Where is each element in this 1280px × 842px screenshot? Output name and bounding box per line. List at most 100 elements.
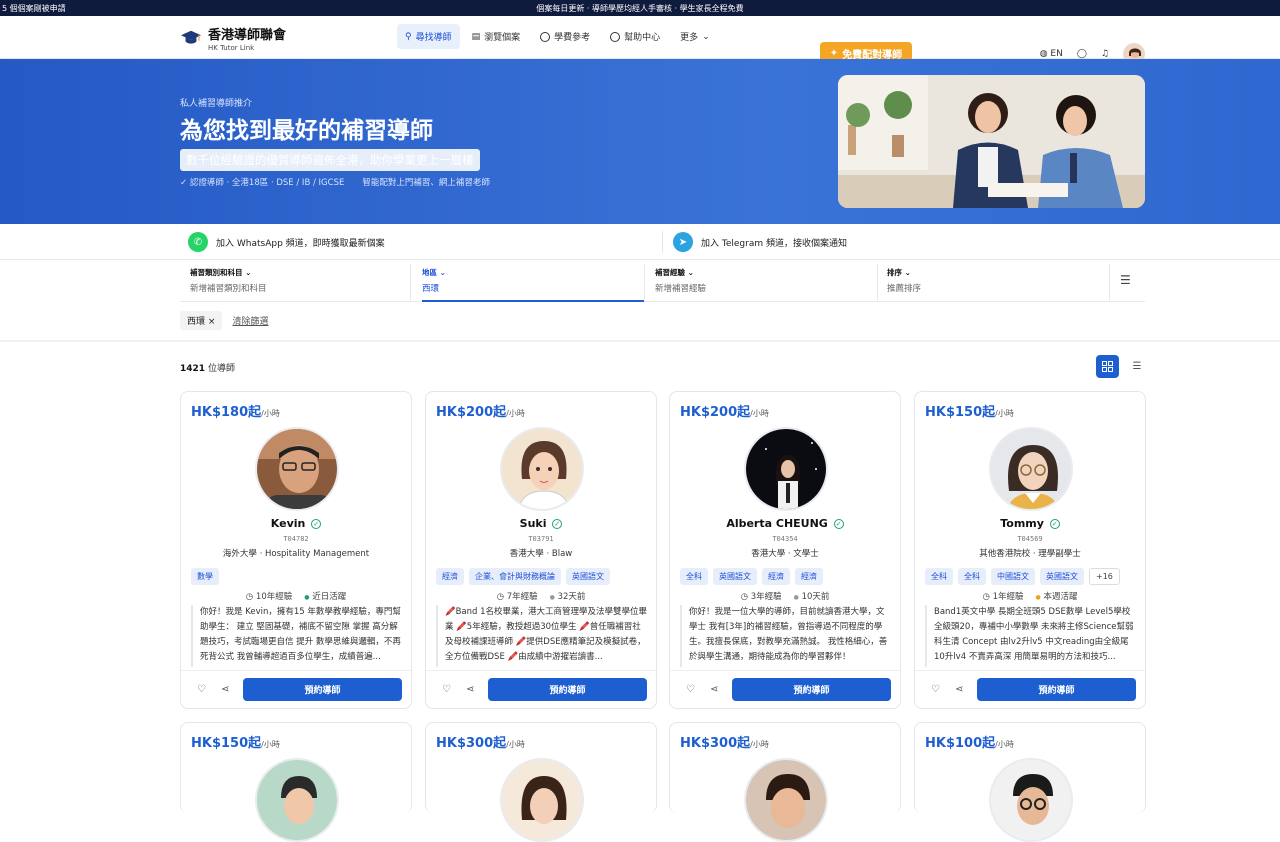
hero-title: 為您找到最好的補習導師 [180, 118, 433, 144]
tutor-card[interactable]: HK$300起/小時 [669, 722, 901, 842]
subject-tag: 全科 [958, 568, 986, 585]
nav-fees[interactable]: 學費參考 [532, 24, 598, 49]
tutor-avatar [500, 427, 584, 511]
grid-view-button[interactable] [1096, 355, 1119, 378]
chat-icon[interactable]: ◯ [1077, 49, 1087, 59]
tutor-price: HK$200起/小時 [680, 405, 769, 420]
sliders-icon[interactable]: ☰ [1120, 273, 1131, 287]
view-toggle: ☰ [1096, 355, 1147, 378]
tutor-bio: 你好！我是 Kevin，擁有15 年數學教學經驗，專門幫助學生： 建立 堅固基礎… [191, 605, 403, 667]
main-nav: ⚲ 尋找導師 ▤ 瀏覽個案 學費參考 幫助中心 更多 ⌄ [397, 24, 718, 49]
hero-tag-verified: ✓ 認證導師 · 全港18區 · DSE / IB / IGCSE [180, 178, 345, 188]
tutor-school: 香港大學 · 文學士 [751, 549, 819, 559]
tutor-avatar [255, 427, 339, 511]
tutor-bio: 你好！我是一位大學的導師，目前就讀香港大學，文學士 我有[3年]的補習經驗，曾指… [680, 605, 892, 667]
brand-logo[interactable]: 香港導師聯會 HK Tutor Link [180, 24, 286, 52]
list-view-button[interactable]: ☰ [1127, 357, 1147, 377]
tutor-name: Tommy ✓ [915, 517, 1145, 530]
tutor-card[interactable]: HK$200起/小時 Alberta CHEUNG ✓ T04354 香港大學 … [669, 391, 901, 709]
subject-tag: 中國語文 [991, 568, 1035, 585]
clear-filters-link[interactable]: 清除篩選 [232, 314, 268, 327]
tutor-meta: ◷ 7年經驗 ● 32天前 [426, 590, 656, 602]
filter-divider [410, 264, 411, 300]
heart-icon[interactable]: ♡ [686, 684, 695, 695]
filter-experience[interactable]: 補習經驗 ⌄ 新增補習經驗 [655, 267, 706, 294]
more-subjects-tag[interactable]: +16 [1089, 568, 1120, 585]
tutor-id: T04569 [1017, 535, 1043, 543]
tutor-card[interactable]: HK$200起/小時 Suki ✓ T03791 香港大學 · Blaw 經濟企… [425, 391, 657, 709]
check-circle-icon: ✓ [180, 178, 188, 188]
clock-icon: ◷ [496, 592, 504, 602]
tutor-bio: Band1英文中學 長期全班頭5 DSE數學 Level5學校全級頭20，專補中… [925, 605, 1137, 667]
experience: ◷ 1年經驗 [982, 592, 1024, 602]
book-tutor-button[interactable]: 預約導師 [243, 678, 402, 701]
tutor-name: Kevin ✓ [181, 517, 411, 530]
brand-en: HK Tutor Link [208, 44, 255, 52]
activity-status: ● 32天前 [549, 592, 586, 602]
card-footer: ♡ ⋖ 預約導師 [181, 670, 411, 710]
tutor-avatar [255, 758, 339, 842]
nav-find-tutors[interactable]: ⚲ 尋找導師 [397, 24, 460, 49]
tutor-bio: 🖍️Band 1名校畢業，港大工商管理學及法學雙學位畢業 🖍️5年經驗，教授超過… [436, 605, 648, 667]
telegram-channel-link[interactable]: ➤ 加入 Telegram 頻道，接收個案通知 [673, 232, 847, 252]
tutor-school: 香港大學 · Blaw [509, 549, 573, 559]
tutor-name: Suki ✓ [426, 517, 656, 530]
hero-tag-matching: 智能配對上門補習、網上補習老師 [362, 178, 490, 188]
tutor-school: 其他香港院校 · 理學副學士 [979, 549, 1081, 559]
whatsapp-channel-link[interactable]: ✆ 加入 WhatsApp 頻道，即時獲取最新個案 [188, 232, 385, 252]
announcement-bar: 5 個個案剛被申請 個案每日更新 · 導師學歷均經人手審核 · 學生家長全程免費 [0, 0, 1280, 16]
subject-tag: 全科 [680, 568, 708, 585]
channel-bar: ✆ 加入 WhatsApp 頻道，即時獲取最新個案 ➤ 加入 Telegram … [0, 224, 1280, 260]
filter-district[interactable]: 地區 ⌄ 西環 [422, 267, 644, 302]
share-icon[interactable]: ⋖ [955, 684, 963, 695]
card-footer: ♡ ⋖ 預約導師 [426, 670, 656, 710]
verified-icon: ✓ [1049, 519, 1060, 529]
tutor-meta: ◷ 10年經驗 ● 近日活躍 [181, 590, 411, 602]
tutor-school: 海外大學 · Hospitality Management [222, 549, 370, 559]
status-dot: ● [549, 594, 555, 601]
filter-subject[interactable]: 補習類別和科目 ⌄ 新增補習類別和科目 [190, 267, 267, 294]
subject-tag: 英國語文 [566, 568, 610, 585]
close-icon[interactable]: × [208, 317, 216, 327]
share-icon[interactable]: ⋖ [466, 684, 474, 695]
chevron-down-icon: ⌄ [687, 268, 694, 277]
tutor-card[interactable]: HK$150起/小時 Tommy ✓ T04569 其他香港院校 · 理學副學士… [914, 391, 1146, 709]
tutor-card[interactable]: HK$100起/小時 [914, 722, 1146, 842]
language-switch[interactable]: ◍ EN [1040, 49, 1063, 59]
filter-divider [877, 264, 878, 300]
graduation-cap-icon [181, 30, 201, 44]
tutor-card[interactable]: HK$180起/小時 Kevin ✓ T04782 海外大學 · Hospita… [180, 391, 412, 709]
tutor-name: Alberta CHEUNG ✓ [670, 517, 900, 530]
tutor-card[interactable]: HK$300起/小時 [425, 722, 657, 842]
nav-more[interactable]: 更多 ⌄ [672, 24, 718, 49]
tutor-card[interactable]: HK$150起/小時 [180, 722, 412, 842]
filter-chip-district[interactable]: 西環 × [180, 311, 223, 330]
filter-sort[interactable]: 排序 ⌄ 推薦排序 [887, 267, 921, 294]
nav-help[interactable]: 幫助中心 [602, 24, 668, 49]
book-tutor-button[interactable]: 預約導師 [977, 678, 1136, 701]
active-filters: 西環 × 清除篩選 [180, 311, 268, 330]
tutor-avatar [744, 427, 828, 511]
clock-icon: ◷ [982, 592, 990, 602]
bell-icon[interactable]: ♫ [1101, 49, 1109, 59]
hero-banner: 私人補習導師推介 為您找到最好的補習導師 數千位經驗證的優質導師遍佈全港，助你學… [0, 59, 1280, 224]
nav-browse-cases[interactable]: ▤ 瀏覽個案 [464, 24, 529, 49]
heart-icon[interactable]: ♡ [197, 684, 206, 695]
tutoring-photo [838, 75, 1145, 208]
results-count: 1421 位導師 [180, 364, 235, 374]
share-icon[interactable]: ⋖ [221, 684, 229, 695]
list-icon: ☰ [1132, 361, 1142, 372]
heart-icon[interactable]: ♡ [442, 684, 451, 695]
heart-icon[interactable]: ♡ [931, 684, 940, 695]
verified-icon: ✓ [552, 519, 563, 529]
book-tutor-button[interactable]: 預約導師 [488, 678, 647, 701]
subject-tag: 經濟 [795, 568, 823, 585]
status-dot: ● [304, 594, 310, 601]
share-icon[interactable]: ⋖ [710, 684, 718, 695]
chevron-down-icon: ⌄ [245, 268, 252, 277]
status-dot: ● [793, 594, 799, 601]
tutor-price: HK$200起/小時 [436, 405, 525, 420]
clock-icon: ◷ [245, 592, 254, 602]
book-tutor-button[interactable]: 預約導師 [732, 678, 891, 701]
subject-tag: 經濟 [436, 568, 464, 585]
